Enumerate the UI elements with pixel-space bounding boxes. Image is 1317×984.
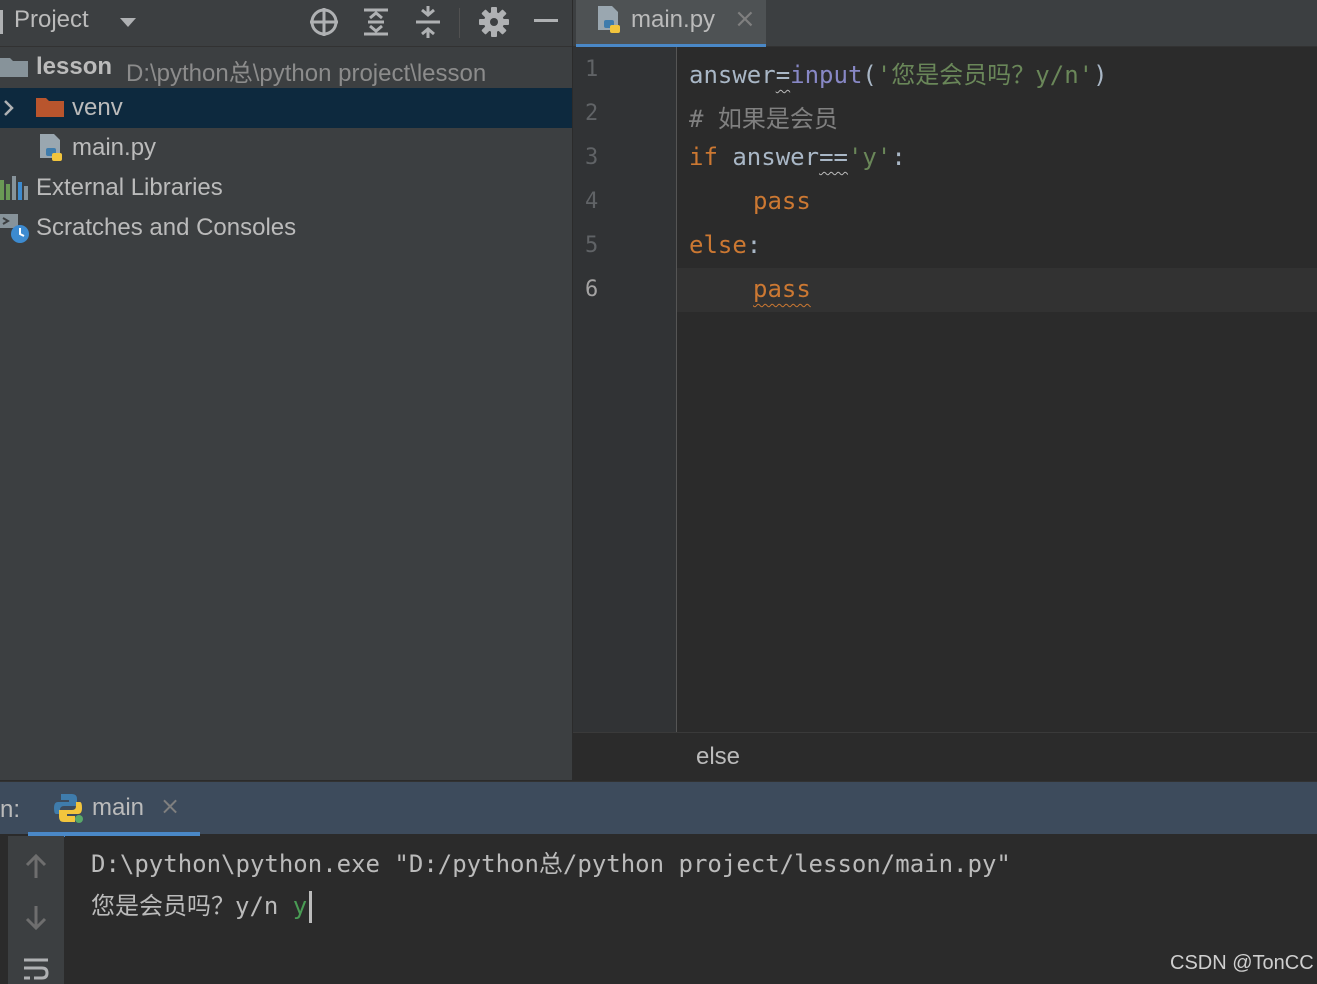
line-number: 2 <box>585 101 599 126</box>
python-run-icon <box>54 794 83 823</box>
tree-row-main-py[interactable]: main.py <box>0 128 572 168</box>
console-user-input: y <box>292 892 308 920</box>
collapse-all-icon[interactable] <box>410 4 446 40</box>
run-panel-label: n: <box>0 796 21 823</box>
code-line-5[interactable]: else: <box>689 231 761 259</box>
close-icon[interactable]: × <box>734 4 756 34</box>
folder-icon <box>36 98 64 117</box>
tree-item-label: Scratches and Consoles <box>36 214 297 241</box>
gear-icon[interactable] <box>476 4 512 40</box>
code-line-3[interactable]: if answer=='y': <box>689 143 906 171</box>
code-line-6[interactable]: pass <box>753 275 811 303</box>
code-line-2[interactable]: # 如果是会员 <box>689 99 838 134</box>
tree-row-scratches[interactable]: Scratches and Consoles <box>0 208 572 248</box>
line-number: 1 <box>585 57 599 82</box>
tree-item-label: lesson <box>36 53 113 80</box>
locate-target-icon[interactable] <box>306 4 342 40</box>
run-side-toolbar <box>8 836 64 984</box>
run-tab-label: main <box>92 794 145 821</box>
tree-row-external-libraries[interactable]: External Libraries <box>0 168 572 208</box>
editor-tab-label: main.py <box>631 6 716 33</box>
code-line-1[interactable]: answer=input('您是会员吗？y/n') <box>689 55 1108 90</box>
folder-icon <box>0 58 28 77</box>
text-caret <box>309 891 313 923</box>
expand-all-icon[interactable] <box>358 4 394 40</box>
tree-row-lesson[interactable]: lesson D:\python总\python project\lesson <box>0 47 572 87</box>
console-prompt-line: 您是会员吗？y/n y <box>91 886 313 923</box>
console-output[interactable]: D:\python\python.exe "D:/python总/python … <box>65 836 1317 984</box>
run-tab-main[interactable]: main × <box>28 782 200 837</box>
line-number: 4 <box>585 189 599 214</box>
minimize-icon[interactable] <box>534 19 558 22</box>
line-number: 5 <box>585 233 599 258</box>
breadcrumb[interactable]: else <box>696 743 740 771</box>
python-file-icon <box>598 6 620 33</box>
close-icon[interactable]: × <box>160 792 180 820</box>
line-number-current: 6 <box>585 277 599 302</box>
tree-item-path: D:\python总\python project\lesson <box>126 60 487 87</box>
code-line-4[interactable]: pass <box>753 187 811 215</box>
watermark: CSDN @TonCC <box>1170 952 1314 974</box>
arrow-down-icon[interactable] <box>22 904 50 932</box>
console-command-line: D:\python\python.exe "D:/python总/python … <box>91 850 1011 878</box>
library-icon <box>0 176 28 200</box>
scratches-icon <box>0 214 29 243</box>
run-tab-bar: n: main × <box>0 781 1317 837</box>
python-file-icon <box>40 134 62 161</box>
chevron-down-icon[interactable] <box>120 18 136 27</box>
code-lines: answer=input('您是会员吗？y/n') # 如果是会员 if ans… <box>677 47 1317 347</box>
line-number-gutter: 1 2 3 4 5 6 <box>573 47 677 732</box>
toolbar-divider <box>459 8 460 38</box>
editor-tab-main-py[interactable]: main.py × <box>576 0 766 48</box>
panel-edge-icon <box>0 10 3 34</box>
breadcrumb-bar: else <box>573 732 1317 781</box>
tree-item-label: main.py <box>72 134 157 161</box>
tree-row-venv[interactable]: venv <box>0 88 572 128</box>
tree-item-label: venv <box>72 94 123 121</box>
soft-wrap-icon[interactable] <box>22 954 50 984</box>
arrow-up-icon[interactable] <box>22 852 50 880</box>
project-toolbar: Project <box>0 0 572 47</box>
tree-item-label: External Libraries <box>36 174 223 201</box>
project-view-title[interactable]: Project <box>14 6 89 34</box>
chevron-right-icon[interactable] <box>2 98 16 118</box>
line-number: 3 <box>585 145 599 170</box>
